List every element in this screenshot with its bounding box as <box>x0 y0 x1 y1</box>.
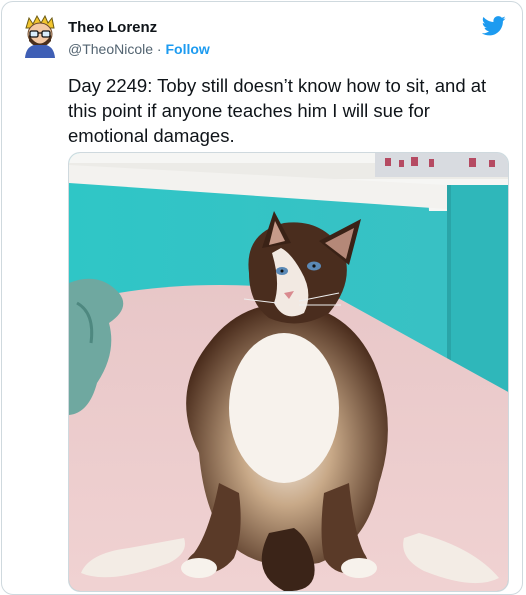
follow-button[interactable]: Follow <box>165 41 209 57</box>
separator-dot: · <box>153 41 166 57</box>
author-avatar[interactable] <box>21 14 59 58</box>
tweet-card[interactable]: Theo Lorenz @TheoNicole · Follow Day 224… <box>1 1 523 595</box>
author-handle-row: @TheoNicole · Follow <box>68 41 210 57</box>
tweet-photo[interactable] <box>68 152 509 592</box>
tweet-text: Day 2249: Toby still doesn’t know how to… <box>68 75 487 146</box>
author-name[interactable]: Theo Lorenz <box>68 19 157 36</box>
twitter-bird-icon[interactable] <box>481 16 506 36</box>
author-handle[interactable]: @TheoNicole <box>68 41 153 57</box>
